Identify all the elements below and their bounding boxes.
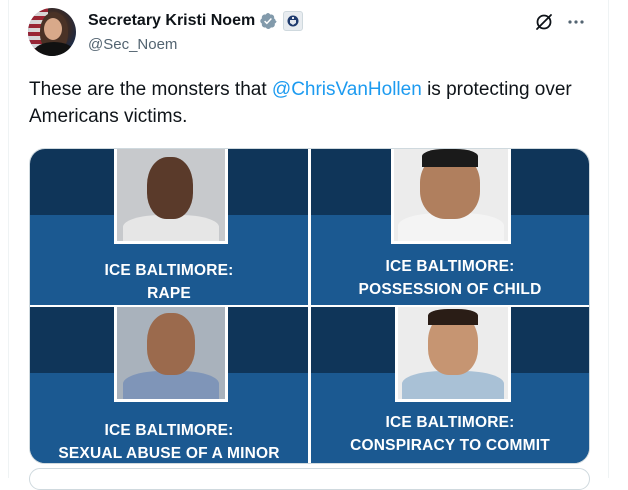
tile-caption: ICE BALTIMORE: RAPE [30,259,308,305]
tile-caption: ICE BALTIMORE: SEXUAL ABUSE OF A MINOR [30,419,308,463]
tile-caption: ICE BALTIMORE: CONSPIRACY TO COMMIT [311,411,589,457]
media-tile-1[interactable]: ICE BALTIMORE: RAPE [30,149,308,305]
dhs-seal-icon[interactable] [283,11,304,31]
tile-caption-line1: ICE BALTIMORE: [104,422,234,439]
author-name[interactable]: Secretary Kristi Noem [88,12,255,30]
avatar-face [44,18,62,40]
tile-caption-line2: CONSPIRACY TO COMMIT [350,437,550,454]
mugshot-hair [422,149,478,167]
author-handle[interactable]: @Sec_Noem [88,36,177,53]
tile-caption-line1: ICE BALTIMORE: [104,262,234,279]
grok-icon[interactable] [534,12,554,32]
tile-caption-line2: RAPE [147,285,191,302]
mugshot-photo [114,149,228,244]
tile-caption-line2: POSSESSION OF CHILD [358,281,542,298]
mugshot-photo [395,307,511,402]
avatar[interactable] [28,8,76,56]
mugshot-photo [391,149,511,244]
verified-badge-icon[interactable] [259,12,277,30]
tweet-text-start: These are the monsters that [29,79,272,100]
tile-caption-line1: ICE BALTIMORE: [385,414,515,431]
mugshot-shirt [123,371,219,399]
media-tile-3[interactable]: ICE BALTIMORE: SEXUAL ABUSE OF A MINOR [30,307,308,463]
mugshot-shirt [402,371,504,399]
tweet-text: These are the monsters that @ChrisVanHol… [29,76,589,130]
more-icon[interactable] [566,12,586,32]
tile-caption: ICE BALTIMORE: POSSESSION OF CHILD [311,255,589,301]
quoted-card-edge[interactable] [29,468,590,490]
timeline-border-left [8,0,9,478]
timeline-border-right [608,0,609,478]
mugshot-head [147,157,193,219]
media-tile-4[interactable]: ICE BALTIMORE: CONSPIRACY TO COMMIT [311,307,589,463]
media-grid[interactable]: ICE BALTIMORE: RAPE ICE BALTIMORE: POSSE… [29,148,590,464]
mugshot-head [147,313,195,375]
mention-link[interactable]: @ChrisVanHollen [272,79,422,100]
tile-caption-line2: SEXUAL ABUSE OF A MINOR [58,445,280,462]
tile-caption-line1: ICE BALTIMORE: [385,258,515,275]
avatar-body [34,42,74,56]
mugshot-photo [114,307,228,402]
mugshot-shirt [123,215,219,241]
media-tile-2[interactable]: ICE BALTIMORE: POSSESSION OF CHILD [311,149,589,305]
mugshot-hair [428,309,478,325]
author-row: Secretary Kristi Noem [88,11,304,31]
